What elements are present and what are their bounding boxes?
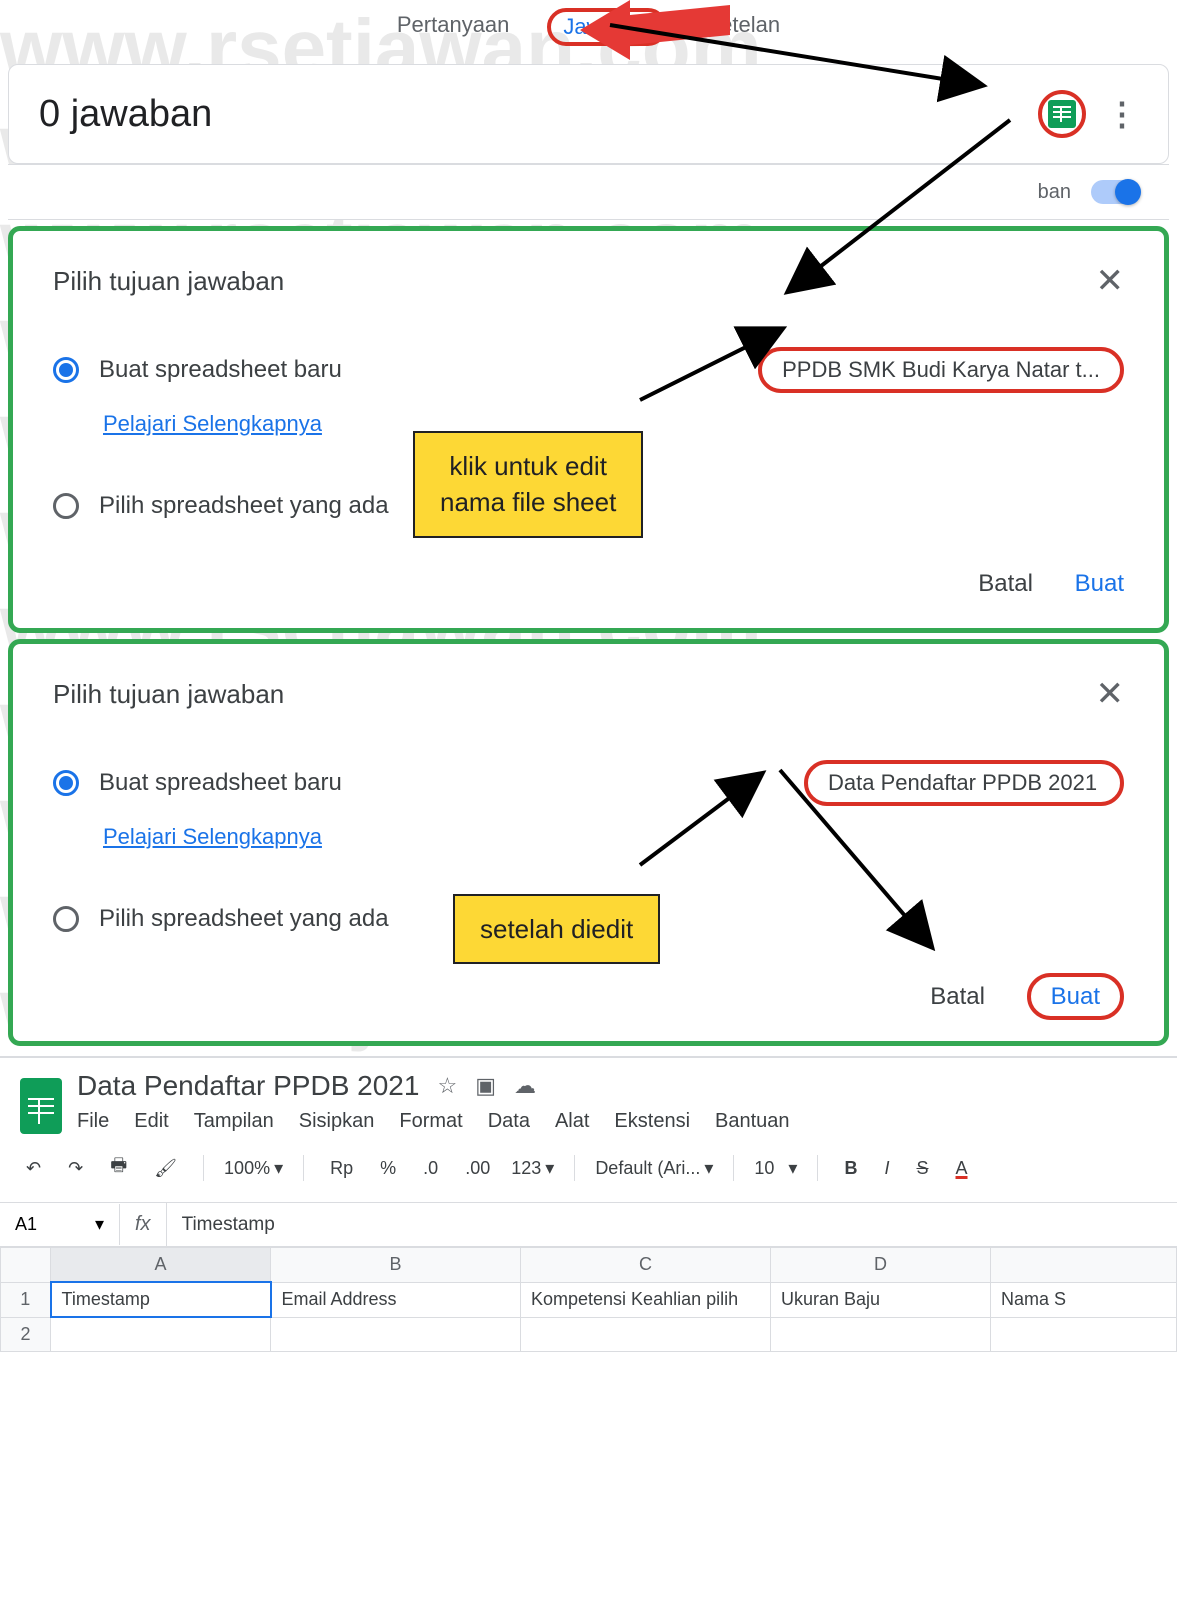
menu-view[interactable]: Tampilan: [194, 1110, 274, 1133]
radio-checked-icon: [53, 770, 79, 796]
formula-bar: A1▾ fx Timestamp: [0, 1203, 1177, 1247]
document-title[interactable]: Data Pendaftar PPDB 2021: [77, 1070, 419, 1102]
cell-c1[interactable]: Kompetensi Keahlian pilih: [521, 1282, 771, 1317]
font-size-dropdown[interactable]: 10 ▾: [754, 1158, 797, 1179]
spreadsheet-name-input[interactable]: PPDB SMK Budi Karya Natar t...: [758, 347, 1124, 393]
radio-unchecked-icon: [53, 493, 79, 519]
spreadsheet-grid[interactable]: A B C D 1 Timestamp Email Address Kompet…: [0, 1247, 1177, 1352]
dialog-actions: Batal Buat: [53, 983, 1124, 1011]
red-arrow-annotation: [580, 0, 740, 65]
select-destination-dialog-1: Pilih tujuan jawaban ✕ Buat spreadsheet …: [8, 226, 1169, 633]
cell-e2[interactable]: [991, 1317, 1177, 1351]
print-icon[interactable]: 🖶: [104, 1149, 133, 1187]
select-destination-dialog-2: Pilih tujuan jawaban ✕ Buat spreadsheet …: [8, 639, 1169, 1046]
radio-checked-icon: [53, 357, 79, 383]
spreadsheet-name-input[interactable]: Data Pendaftar PPDB 2021: [804, 760, 1124, 806]
menu-file[interactable]: File: [77, 1110, 109, 1133]
menu-data[interactable]: Data: [488, 1110, 530, 1133]
select-all-corner[interactable]: [1, 1248, 51, 1283]
menu-edit[interactable]: Edit: [134, 1110, 168, 1133]
column-header-e[interactable]: [991, 1248, 1177, 1283]
paint-format-icon[interactable]: 🖌: [148, 1154, 183, 1183]
row-header-1[interactable]: 1: [1, 1282, 51, 1317]
row-header-2[interactable]: 2: [1, 1317, 51, 1351]
menu-insert[interactable]: Sisipkan: [299, 1110, 375, 1133]
menu-bar: File Edit Tampilan Sisipkan Format Data …: [77, 1110, 1157, 1133]
close-icon[interactable]: ✕: [1096, 674, 1125, 714]
text-color-button[interactable]: A: [950, 1154, 974, 1183]
radio-unchecked-icon: [53, 906, 79, 932]
create-spreadsheet-button[interactable]: [1038, 90, 1086, 138]
cell-b1[interactable]: Email Address: [271, 1282, 521, 1317]
table-row[interactable]: 2: [1, 1317, 1177, 1351]
column-header-d[interactable]: D: [771, 1248, 991, 1283]
option-new-spreadsheet[interactable]: Buat spreadsheet baru PPDB SMK Budi Kary…: [53, 347, 1124, 393]
close-icon[interactable]: ✕: [1096, 261, 1125, 301]
responses-header: 0 jawaban ⋮: [8, 64, 1169, 164]
fx-label: fx: [120, 1203, 167, 1246]
sheets-header: Data Pendaftar PPDB 2021 ☆ ▣ ☁ File Edit…: [0, 1070, 1177, 1134]
responses-count: 0 jawaban: [39, 93, 1038, 136]
dialog-actions: Batal Buat: [53, 570, 1124, 598]
menu-extensions[interactable]: Ekstensi: [614, 1110, 690, 1133]
menu-help[interactable]: Bantuan: [715, 1110, 790, 1133]
learn-more-link[interactable]: Pelajari Selengkapnya: [103, 411, 322, 437]
option-new-spreadsheet[interactable]: Buat spreadsheet baru Data Pendaftar PPD…: [53, 760, 1124, 806]
cell-b2[interactable]: [271, 1317, 521, 1351]
star-icon[interactable]: ☆: [437, 1073, 457, 1099]
sheets-icon: [1048, 100, 1076, 128]
italic-button[interactable]: I: [878, 1154, 895, 1183]
learn-more-link[interactable]: Pelajari Selengkapnya: [103, 824, 322, 850]
zoom-dropdown[interactable]: 100% ▾: [224, 1158, 283, 1179]
create-button[interactable]: Buat: [1027, 973, 1124, 1020]
percent-button[interactable]: %: [374, 1154, 402, 1183]
strikethrough-button[interactable]: S: [910, 1154, 934, 1183]
number-format-dropdown[interactable]: 123 ▾: [511, 1158, 554, 1179]
cell-a2[interactable]: [51, 1317, 271, 1351]
cancel-button[interactable]: Batal: [930, 983, 985, 1010]
google-sheets-window: Data Pendaftar PPDB 2021 ☆ ▣ ☁ File Edit…: [0, 1056, 1177, 1352]
column-header-b[interactable]: B: [271, 1248, 521, 1283]
column-header-c[interactable]: C: [521, 1248, 771, 1283]
currency-button[interactable]: Rp: [324, 1154, 359, 1183]
callout-edit-hint: klik untuk edit nama file sheet: [413, 431, 643, 538]
column-header-a[interactable]: A: [51, 1248, 271, 1283]
cell-d2[interactable]: [771, 1317, 991, 1351]
name-box[interactable]: A1▾: [0, 1204, 120, 1245]
redo-icon[interactable]: ↷: [62, 1154, 89, 1183]
cell-c2[interactable]: [521, 1317, 771, 1351]
sheets-logo-icon[interactable]: [20, 1078, 62, 1134]
cloud-status-icon[interactable]: ☁: [514, 1073, 536, 1099]
cell-a1[interactable]: Timestamp: [51, 1282, 271, 1317]
menu-tools[interactable]: Alat: [555, 1110, 589, 1133]
decrease-decimal-button[interactable]: .0: [417, 1154, 444, 1183]
cancel-button[interactable]: Batal: [978, 570, 1033, 597]
increase-decimal-button[interactable]: .00: [459, 1154, 496, 1183]
option-new-label: Buat spreadsheet baru: [99, 356, 758, 384]
accepting-label-partial: ban: [1038, 181, 1071, 204]
tab-questions[interactable]: Pertanyaan: [389, 8, 518, 46]
dialog-title: Pilih tujuan jawaban: [53, 266, 1124, 297]
undo-icon[interactable]: ↶: [20, 1154, 47, 1183]
accepting-toggle[interactable]: [1091, 180, 1139, 204]
callout-after-edit: setelah diedit: [453, 894, 660, 964]
accepting-responses-row: ban: [8, 164, 1169, 220]
option-new-label: Buat spreadsheet baru: [99, 769, 804, 797]
move-icon[interactable]: ▣: [475, 1073, 496, 1099]
menu-format[interactable]: Format: [399, 1110, 462, 1133]
formula-input[interactable]: Timestamp: [167, 1204, 1177, 1246]
create-button[interactable]: Buat: [1075, 570, 1124, 597]
font-dropdown[interactable]: Default (Ari... ▾: [595, 1158, 713, 1179]
table-row[interactable]: 1 Timestamp Email Address Kompetensi Kea…: [1, 1282, 1177, 1317]
dialog-title: Pilih tujuan jawaban: [53, 679, 1124, 710]
toolbar: ↶ ↷ 🖶 🖌 100% ▾ Rp % .0 .00 123 ▾ Default…: [0, 1134, 1177, 1203]
cell-d1[interactable]: Ukuran Baju: [771, 1282, 991, 1317]
bold-button[interactable]: B: [838, 1154, 863, 1183]
more-menu-icon[interactable]: ⋮: [1106, 95, 1138, 133]
cell-e1[interactable]: Nama S: [991, 1282, 1177, 1317]
